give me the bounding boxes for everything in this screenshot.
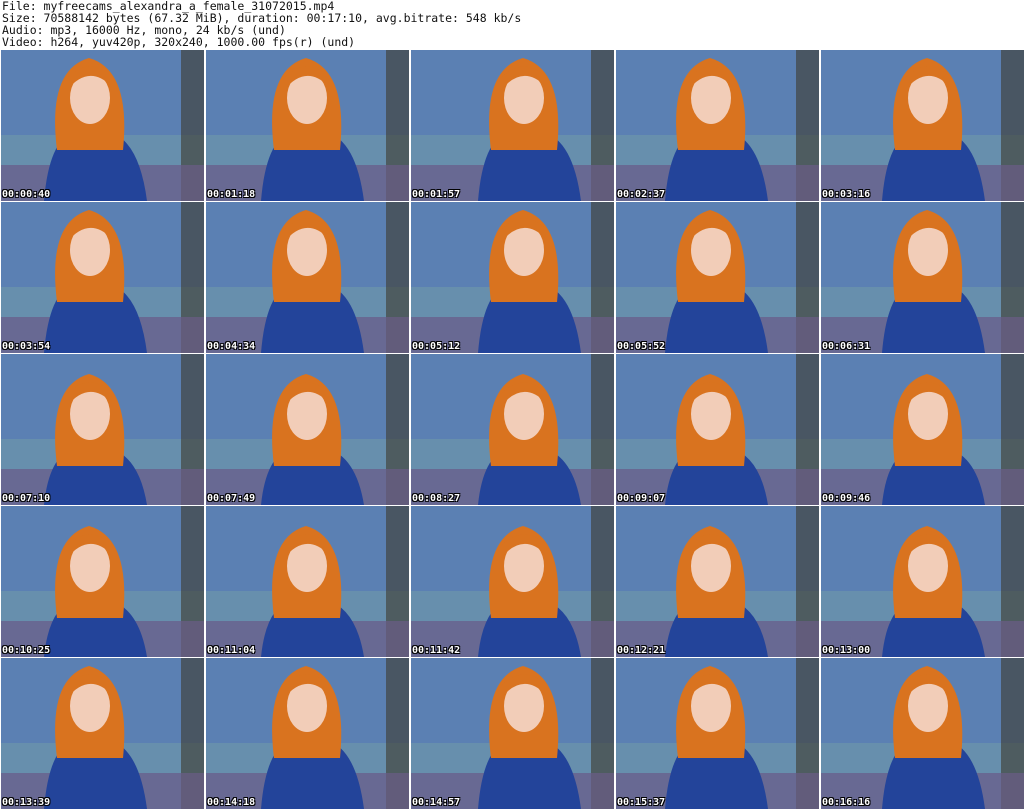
timestamp-label: 00:00:40 bbox=[2, 189, 51, 200]
webcam-frame-image bbox=[821, 658, 1024, 809]
video-thumbnail: 00:09:46 bbox=[821, 354, 1024, 505]
video-thumbnail: 00:01:57 bbox=[411, 50, 614, 201]
webcam-frame-image bbox=[616, 506, 819, 657]
video-thumbnail: 00:05:52 bbox=[616, 202, 819, 353]
video-info-header: File: myfreecams_alexandra_a_female_3107… bbox=[2, 0, 1022, 48]
timestamp-label: 00:04:34 bbox=[207, 341, 256, 352]
video-thumbnail: 00:03:16 bbox=[821, 50, 1024, 201]
webcam-frame-image bbox=[206, 658, 409, 809]
webcam-frame-image bbox=[206, 506, 409, 657]
video-thumbnail: 00:05:12 bbox=[411, 202, 614, 353]
webcam-frame-image bbox=[1, 50, 204, 201]
video-thumbnail: 00:15:37 bbox=[616, 658, 819, 809]
timestamp-label: 00:14:18 bbox=[207, 797, 256, 808]
webcam-frame-image bbox=[206, 354, 409, 505]
timestamp-label: 00:05:12 bbox=[412, 341, 461, 352]
webcam-frame-image bbox=[206, 202, 409, 353]
video-info-line: Video: h264, yuv420p, 320x240, 1000.00 f… bbox=[2, 35, 356, 49]
webcam-frame-image bbox=[206, 50, 409, 201]
timestamp-label: 00:08:27 bbox=[412, 493, 461, 504]
webcam-frame-image bbox=[821, 354, 1024, 505]
webcam-frame-image bbox=[1, 658, 204, 809]
video-thumbnail: 00:04:34 bbox=[206, 202, 409, 353]
webcam-frame-image bbox=[616, 354, 819, 505]
webcam-frame-image bbox=[1, 202, 204, 353]
timestamp-label: 00:03:54 bbox=[2, 341, 51, 352]
video-thumbnail: 00:00:40 bbox=[1, 50, 204, 201]
timestamp-label: 00:14:57 bbox=[412, 797, 461, 808]
timestamp-label: 00:15:37 bbox=[617, 797, 666, 808]
timestamp-label: 00:09:07 bbox=[617, 493, 666, 504]
video-thumbnail: 00:10:25 bbox=[1, 506, 204, 657]
timestamp-label: 00:10:25 bbox=[2, 645, 51, 656]
video-thumbnail: 00:01:18 bbox=[206, 50, 409, 201]
timestamp-label: 00:09:46 bbox=[822, 493, 871, 504]
timestamp-label: 00:16:16 bbox=[822, 797, 871, 808]
video-thumbnail: 00:14:18 bbox=[206, 658, 409, 809]
timestamp-label: 00:01:57 bbox=[412, 189, 461, 200]
video-thumbnail: 00:13:39 bbox=[1, 658, 204, 809]
video-thumbnail: 00:09:07 bbox=[616, 354, 819, 505]
video-thumbnail: 00:14:57 bbox=[411, 658, 614, 809]
timestamp-label: 00:01:18 bbox=[207, 189, 256, 200]
timestamp-label: 00:02:37 bbox=[617, 189, 666, 200]
webcam-frame-image bbox=[821, 202, 1024, 353]
video-thumbnail: 00:07:10 bbox=[1, 354, 204, 505]
timestamp-label: 00:11:42 bbox=[412, 645, 461, 656]
video-thumbnail: 00:06:31 bbox=[821, 202, 1024, 353]
video-thumbnail: 00:11:04 bbox=[206, 506, 409, 657]
webcam-frame-image bbox=[616, 50, 819, 201]
video-thumbnail: 00:13:00 bbox=[821, 506, 1024, 657]
video-thumbnail: 00:16:16 bbox=[821, 658, 1024, 809]
webcam-frame-image bbox=[411, 50, 614, 201]
webcam-frame-image bbox=[411, 354, 614, 505]
webcam-frame-image bbox=[616, 202, 819, 353]
timestamp-label: 00:13:39 bbox=[2, 797, 51, 808]
timestamp-label: 00:07:49 bbox=[207, 493, 256, 504]
timestamp-label: 00:11:04 bbox=[207, 645, 256, 656]
timestamp-label: 00:06:31 bbox=[822, 341, 871, 352]
timestamp-label: 00:12:21 bbox=[617, 645, 666, 656]
timestamp-label: 00:13:00 bbox=[822, 645, 871, 656]
video-thumbnail: 00:03:54 bbox=[1, 202, 204, 353]
video-thumbnail: 00:08:27 bbox=[411, 354, 614, 505]
webcam-frame-image bbox=[411, 658, 614, 809]
webcam-frame-image bbox=[1, 354, 204, 505]
thumbnail-grid: 00:00:40 00:01:18 00:01:57 00:02:37 00:03:16… bbox=[0, 50, 1024, 811]
webcam-frame-image bbox=[616, 658, 819, 809]
webcam-frame-image bbox=[821, 50, 1024, 201]
timestamp-label: 00:05:52 bbox=[617, 341, 666, 352]
timestamp-label: 00:07:10 bbox=[2, 493, 51, 504]
video-thumbnail: 00:02:37 bbox=[616, 50, 819, 201]
webcam-frame-image bbox=[1, 506, 204, 657]
video-thumbnail: 00:12:21 bbox=[616, 506, 819, 657]
webcam-frame-image bbox=[411, 202, 614, 353]
video-thumbnail: 00:07:49 bbox=[206, 354, 409, 505]
webcam-frame-image bbox=[821, 506, 1024, 657]
webcam-frame-image bbox=[411, 506, 614, 657]
timestamp-label: 00:03:16 bbox=[822, 189, 871, 200]
video-thumbnail: 00:11:42 bbox=[411, 506, 614, 657]
